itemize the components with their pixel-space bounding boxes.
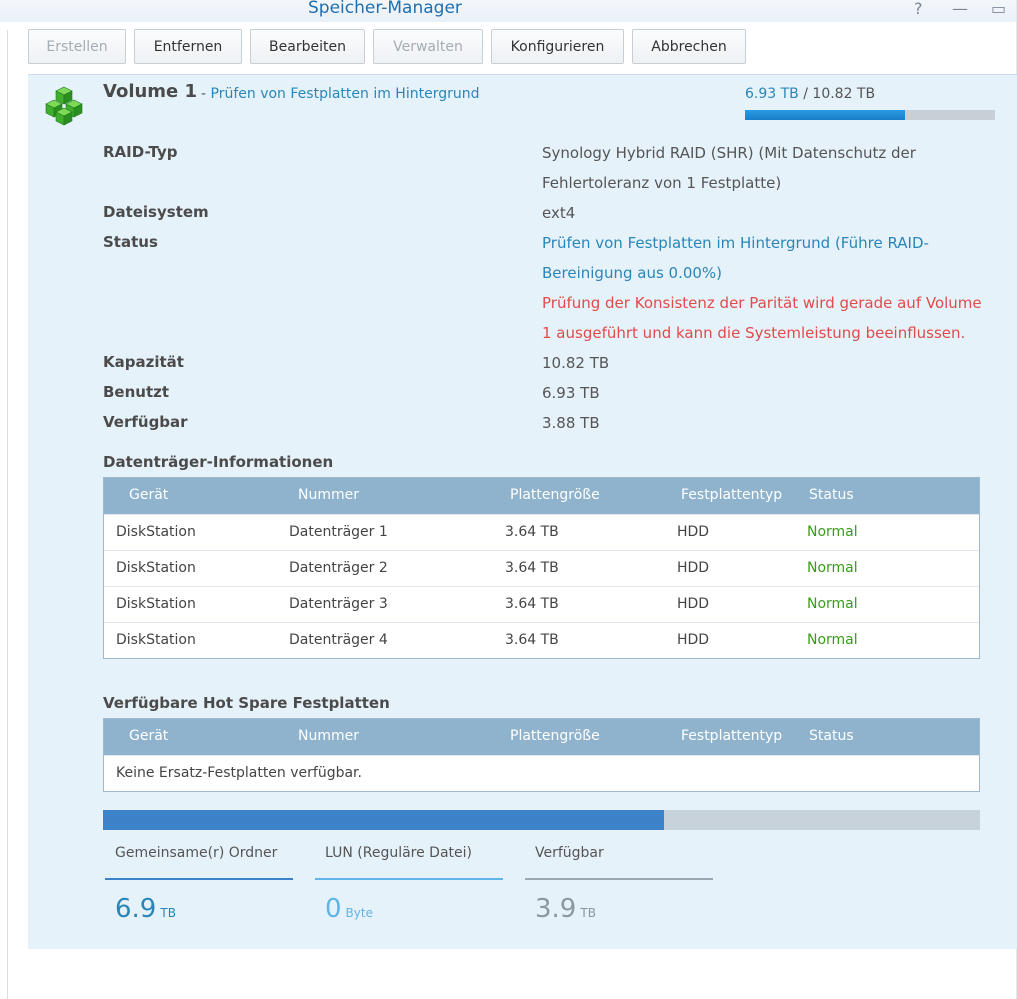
volume-subtitle-dash: -: [201, 86, 207, 102]
window-titlebar: Speicher-Manager ? — ▭: [0, 0, 1017, 22]
cell-size: 3.64 TB: [505, 632, 559, 648]
cell-number: Datenträger 3: [289, 596, 388, 612]
column-header-type[interactable]: Festplattentyp: [681, 728, 782, 744]
legend-lun: LUN (Reguläre Datei) 0 Byte: [315, 845, 503, 924]
legend-available-value: 3.9 TB: [525, 894, 713, 924]
cell-size: 3.64 TB: [505, 560, 559, 576]
legend-shared-label: Gemeinsame(r) Ordner: [115, 845, 278, 861]
allocation-bar-fill: [103, 810, 665, 830]
disk-info-title: Datenträger-Informationen: [103, 453, 334, 471]
capacity-value: 10.82 TB: [542, 354, 610, 372]
cell-device: DiskStation: [116, 524, 196, 540]
legend-shared-value: 6.9 TB: [105, 894, 293, 924]
hot-spare-empty-message: Keine Ersatz-Festplatten verfügbar.: [116, 765, 362, 781]
used-value: 6.93 TB: [542, 384, 600, 402]
window-title: Speicher-Manager: [308, 0, 462, 18]
window-border-left: [7, 30, 8, 999]
cell-size: 3.64 TB: [505, 596, 559, 612]
remove-button[interactable]: Entfernen: [134, 29, 242, 64]
hot-spare-table-header: Gerät Nummer Plattengröße Festplattentyp…: [104, 719, 979, 755]
cell-status: Normal: [807, 524, 858, 540]
cell-status: Normal: [807, 596, 858, 612]
minimize-icon[interactable]: —: [952, 0, 968, 18]
legend-available-label: Verfügbar: [535, 845, 604, 861]
status-warning: Prüfung der Konsistenz der Parität wird …: [542, 294, 982, 342]
column-header-number[interactable]: Nummer: [298, 487, 359, 503]
legend-available-line: [525, 878, 713, 880]
cell-type: HDD: [677, 560, 710, 576]
cell-status: Normal: [807, 560, 858, 576]
legend-lun-line: [315, 878, 503, 880]
capacity-label: Kapazität: [103, 353, 184, 371]
manage-button[interactable]: Verwalten: [373, 29, 483, 64]
volume-usage-fill: [745, 110, 905, 120]
legend-available-number: 3.9: [535, 894, 577, 924]
legend-lun-number: 0: [325, 894, 342, 924]
status-label: Status: [103, 233, 158, 251]
green-cubes-icon: [45, 86, 83, 126]
column-header-device[interactable]: Gerät: [129, 487, 168, 503]
table-row[interactable]: DiskStation Datenträger 3 3.64 TB HDD No…: [104, 586, 979, 622]
column-header-status[interactable]: Status: [809, 487, 854, 503]
volume-usage-text: 6.93 TB / 10.82 TB: [745, 86, 875, 102]
cell-type: HDD: [677, 596, 710, 612]
configure-button[interactable]: Konfigurieren: [491, 29, 624, 64]
cell-size: 3.64 TB: [505, 524, 559, 540]
toolbar: Erstellen Entfernen Bearbeiten Verwalten…: [28, 29, 746, 64]
cell-number: Datenträger 1: [289, 524, 388, 540]
legend-shared-line: [105, 878, 293, 880]
status-value: Prüfen von Festplatten im Hintergrund (F…: [542, 234, 929, 282]
cell-type: HDD: [677, 524, 710, 540]
help-icon[interactable]: ?: [914, 0, 923, 18]
legend-shared-unit: TB: [160, 906, 176, 920]
volume-usage-separator: /: [798, 86, 813, 102]
cell-number: Datenträger 4: [289, 632, 388, 648]
legend-lun-unit: Byte: [345, 906, 373, 920]
available-value: 3.88 TB: [542, 414, 600, 432]
volume-name: Volume 1: [103, 81, 198, 102]
legend-lun-label: LUN (Reguläre Datei): [325, 845, 472, 861]
cancel-button[interactable]: Abbrechen: [632, 29, 746, 64]
volume-used: 6.93 TB: [745, 86, 799, 102]
cell-type: HDD: [677, 632, 710, 648]
filesystem-value: ext4: [542, 204, 576, 222]
disk-table: Gerät Nummer Plattengröße Festplattentyp…: [103, 477, 980, 659]
cell-device: DiskStation: [116, 560, 196, 576]
filesystem-label: Dateisystem: [103, 203, 209, 221]
volume-subtitle-text: Prüfen von Festplatten im Hintergrund: [210, 86, 480, 102]
column-header-type[interactable]: Festplattentyp: [681, 487, 782, 503]
raid-type-value: Synology Hybrid RAID (SHR) (Mit Datensch…: [542, 144, 916, 192]
column-header-size[interactable]: Plattengröße: [510, 487, 600, 503]
cell-device: DiskStation: [116, 596, 196, 612]
volume-total: 10.82 TB: [812, 86, 876, 102]
volume-subtitle: - Prüfen von Festplatten im Hintergrund: [201, 86, 480, 102]
table-row[interactable]: DiskStation Datenträger 2 3.64 TB HDD No…: [104, 550, 979, 586]
column-header-status[interactable]: Status: [809, 728, 854, 744]
column-header-size[interactable]: Plattengröße: [510, 728, 600, 744]
hot-spare-table: Gerät Nummer Plattengröße Festplattentyp…: [103, 718, 980, 792]
column-header-number[interactable]: Nummer: [298, 728, 359, 744]
volume-usage-bar: [745, 110, 995, 120]
legend-lun-value: 0 Byte: [315, 894, 503, 924]
column-header-device[interactable]: Gerät: [129, 728, 168, 744]
legend-shared-folders: Gemeinsame(r) Ordner 6.9 TB: [105, 845, 293, 924]
table-row[interactable]: DiskStation Datenträger 4 3.64 TB HDD No…: [104, 622, 979, 658]
create-button[interactable]: Erstellen: [28, 29, 126, 64]
raid-type-label: RAID-Typ: [103, 143, 178, 161]
available-label: Verfügbar: [103, 413, 188, 431]
edit-button[interactable]: Bearbeiten: [250, 29, 365, 64]
table-row[interactable]: DiskStation Datenträger 1 3.64 TB HDD No…: [104, 514, 979, 550]
allocation-bar: [103, 810, 980, 830]
cell-device: DiskStation: [116, 632, 196, 648]
maximize-icon[interactable]: ▭: [991, 0, 1006, 18]
cell-number: Datenträger 2: [289, 560, 388, 576]
legend-shared-number: 6.9: [115, 894, 157, 924]
cell-status: Normal: [807, 632, 858, 648]
legend-available: Verfügbar 3.9 TB: [525, 845, 713, 924]
hot-spare-title: Verfügbare Hot Spare Festplatten: [103, 694, 390, 712]
disk-table-header: Gerät Nummer Plattengröße Festplattentyp…: [104, 478, 979, 514]
legend-available-unit: TB: [580, 906, 596, 920]
used-label: Benutzt: [103, 383, 170, 401]
empty-row: Keine Ersatz-Festplatten verfügbar.: [104, 755, 979, 791]
